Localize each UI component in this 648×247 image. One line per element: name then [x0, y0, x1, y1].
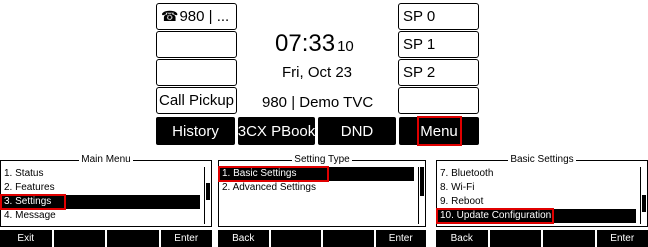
settings-highlight-box	[0, 194, 66, 210]
sp2-key[interactable]: SP 2	[398, 59, 479, 86]
menu-item-bluetooth[interactable]: 7. Bluetooth	[437, 167, 636, 181]
pbook-softkey[interactable]: 3CX PBook	[238, 117, 315, 145]
panel-title: Main Menu	[79, 154, 133, 165]
menu-item-reboot[interactable]: 9. Reboot	[437, 195, 636, 209]
back-softkey[interactable]: Back	[218, 230, 271, 247]
clock: 07:33 10	[275, 30, 354, 58]
menu-highlight-box	[417, 116, 462, 146]
scrollbar-thumb[interactable]	[206, 183, 210, 200]
panel-softkeys: Back Enter	[218, 230, 426, 247]
panel-softkeys: Exit Enter	[0, 230, 212, 247]
menu-item-message[interactable]: 4. Message	[1, 209, 200, 223]
basic-settings-highlight-box	[218, 166, 329, 182]
update-configuration-highlight-box	[436, 208, 554, 224]
blank-softkey[interactable]	[323, 230, 376, 247]
enter-softkey[interactable]: Enter	[160, 230, 212, 247]
blank-softkey[interactable]	[543, 230, 597, 247]
panel-title: Setting Type	[292, 154, 352, 165]
line-key-label: Call Pickup	[159, 92, 235, 109]
menu-item-features[interactable]: 2. Features	[1, 181, 200, 195]
scrollbar-thumb[interactable]	[420, 167, 424, 196]
blank-softkey[interactable]	[107, 230, 161, 247]
line-key-label: SP 0	[403, 8, 436, 25]
basic-settings-panel: Basic Settings 7. Bluetooth 8. Wi-Fi 9. …	[436, 154, 648, 247]
panel-title: Basic Settings	[508, 154, 576, 165]
scrollbar[interactable]	[418, 167, 424, 224]
extension-label: 980 | Demo TVC	[262, 94, 374, 111]
scrollbar[interactable]	[640, 167, 646, 224]
blank-softkey[interactable]	[270, 230, 323, 247]
enter-softkey[interactable]: Enter	[596, 230, 648, 247]
line-key-2[interactable]	[156, 31, 237, 58]
blank-softkey[interactable]	[53, 230, 107, 247]
line-key-right-4[interactable]	[398, 87, 479, 114]
history-softkey[interactable]: History	[156, 117, 235, 145]
blank-softkey[interactable]	[489, 230, 543, 247]
line-key-1[interactable]: ☎ 980 | ...	[156, 3, 237, 30]
line-key-label: SP 2	[403, 64, 436, 81]
panel-softkeys: Back Enter	[436, 230, 648, 247]
back-softkey[interactable]: Back	[436, 230, 490, 247]
scrollbar-thumb[interactable]	[642, 195, 646, 212]
sp1-key[interactable]: SP 1	[398, 31, 479, 58]
scrollbar[interactable]	[204, 167, 210, 224]
menu-item-status[interactable]: 1. Status	[1, 167, 200, 181]
phone-icon: ☎	[161, 8, 179, 24]
setting-type-panel: Setting Type 1. Basic Settings 2. Advanc…	[218, 154, 426, 247]
menu-item-advanced-settings[interactable]: 2. Advanced Settings	[219, 181, 414, 195]
date-label: Fri, Oct 23	[282, 64, 353, 81]
clock-time: 07:33	[275, 30, 336, 57]
call-pickup-key[interactable]: Call Pickup	[156, 87, 237, 114]
menu-item-wifi[interactable]: 8. Wi-Fi	[437, 181, 636, 195]
main-menu-panel: Main Menu 1. Status 2. Features 3. Setti…	[0, 154, 212, 247]
sp0-key[interactable]: SP 0	[398, 3, 479, 30]
enter-softkey[interactable]: Enter	[375, 230, 426, 247]
exit-softkey[interactable]: Exit	[0, 230, 54, 247]
line-key-label: 980 | ...	[179, 8, 230, 25]
line-key-label: SP 1	[403, 36, 436, 53]
dnd-softkey[interactable]: DND	[318, 117, 396, 145]
clock-seconds: 10	[337, 38, 354, 55]
line-key-3[interactable]	[156, 59, 237, 86]
